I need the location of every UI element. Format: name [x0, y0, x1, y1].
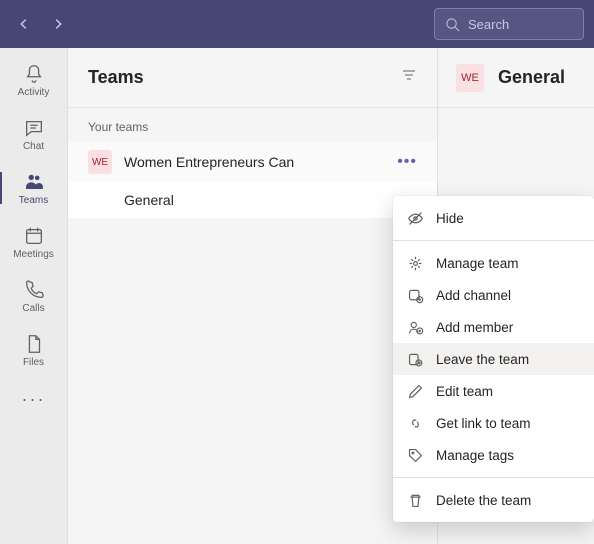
calendar-icon	[23, 225, 45, 247]
menu-label: Hide	[436, 211, 464, 226]
forward-button[interactable]	[44, 10, 72, 38]
team-row[interactable]: WE Women Entrepreneurs Can •••	[68, 142, 437, 182]
menu-separator	[393, 240, 594, 241]
teams-icon	[23, 171, 45, 193]
channel-row[interactable]: General	[68, 182, 437, 218]
team-more-button[interactable]: •••	[393, 151, 421, 173]
content-title: General	[498, 67, 565, 88]
search-input[interactable]: Search	[434, 8, 584, 40]
menu-separator	[393, 477, 594, 478]
channel-name: General	[124, 192, 174, 208]
rail-label: Teams	[19, 195, 48, 206]
content-header: WE General	[438, 48, 594, 108]
rail-label: Activity	[18, 87, 50, 98]
leave-icon	[407, 351, 424, 368]
teams-header: Teams	[68, 48, 437, 108]
file-icon	[23, 333, 45, 355]
team-context-menu: Hide Manage team Add channel Add member …	[393, 196, 594, 522]
link-icon	[407, 415, 424, 432]
menu-label: Add channel	[436, 288, 511, 303]
titlebar: Search	[0, 0, 594, 48]
chat-icon	[23, 117, 45, 139]
menu-label: Delete the team	[436, 493, 531, 508]
menu-add-member[interactable]: Add member	[393, 311, 594, 343]
menu-hide[interactable]: Hide	[393, 202, 594, 234]
menu-label: Edit team	[436, 384, 493, 399]
menu-label: Get link to team	[436, 416, 531, 431]
rail-chat[interactable]: Chat	[4, 108, 64, 160]
menu-label: Leave the team	[436, 352, 529, 367]
menu-manage-team[interactable]: Manage team	[393, 247, 594, 279]
rail-label: Files	[23, 357, 44, 368]
your-teams-label: Your teams	[68, 108, 437, 142]
rail-label: Calls	[22, 303, 44, 314]
bell-icon	[23, 63, 45, 85]
rail-label: Meetings	[13, 249, 54, 260]
phone-icon	[23, 279, 45, 301]
content-avatar: WE	[456, 64, 484, 92]
hide-icon	[407, 210, 424, 227]
rail-activity[interactable]: Activity	[4, 54, 64, 106]
tag-icon	[407, 447, 424, 464]
search-icon	[445, 17, 460, 32]
trash-icon	[407, 492, 424, 509]
menu-label: Manage tags	[436, 448, 514, 463]
rail-teams[interactable]: Teams	[4, 162, 64, 214]
rail-label: Chat	[23, 141, 44, 152]
menu-manage-tags[interactable]: Manage tags	[393, 439, 594, 471]
menu-edit-team[interactable]: Edit team	[393, 375, 594, 407]
team-avatar: WE	[88, 150, 112, 174]
menu-label: Manage team	[436, 256, 519, 271]
menu-get-link[interactable]: Get link to team	[393, 407, 594, 439]
app-rail: Activity Chat Teams Meetings Calls Files…	[0, 48, 68, 544]
pencil-icon	[407, 383, 424, 400]
menu-delete-team[interactable]: Delete the team	[393, 484, 594, 516]
rail-more[interactable]: ···	[22, 384, 46, 414]
back-button[interactable]	[10, 10, 38, 38]
filter-button[interactable]	[401, 67, 417, 88]
teams-pane: Teams Your teams WE Women Entrepreneurs …	[68, 48, 438, 544]
search-placeholder: Search	[468, 17, 509, 32]
filter-icon	[401, 67, 417, 83]
menu-leave-team[interactable]: Leave the team	[393, 343, 594, 375]
menu-label: Add member	[436, 320, 513, 335]
add-channel-icon	[407, 287, 424, 304]
add-member-icon	[407, 319, 424, 336]
rail-meetings[interactable]: Meetings	[4, 216, 64, 268]
menu-add-channel[interactable]: Add channel	[393, 279, 594, 311]
rail-files[interactable]: Files	[4, 324, 64, 376]
team-name: Women Entrepreneurs Can	[124, 154, 381, 170]
gear-icon	[407, 255, 424, 272]
teams-title: Teams	[88, 67, 144, 88]
rail-calls[interactable]: Calls	[4, 270, 64, 322]
